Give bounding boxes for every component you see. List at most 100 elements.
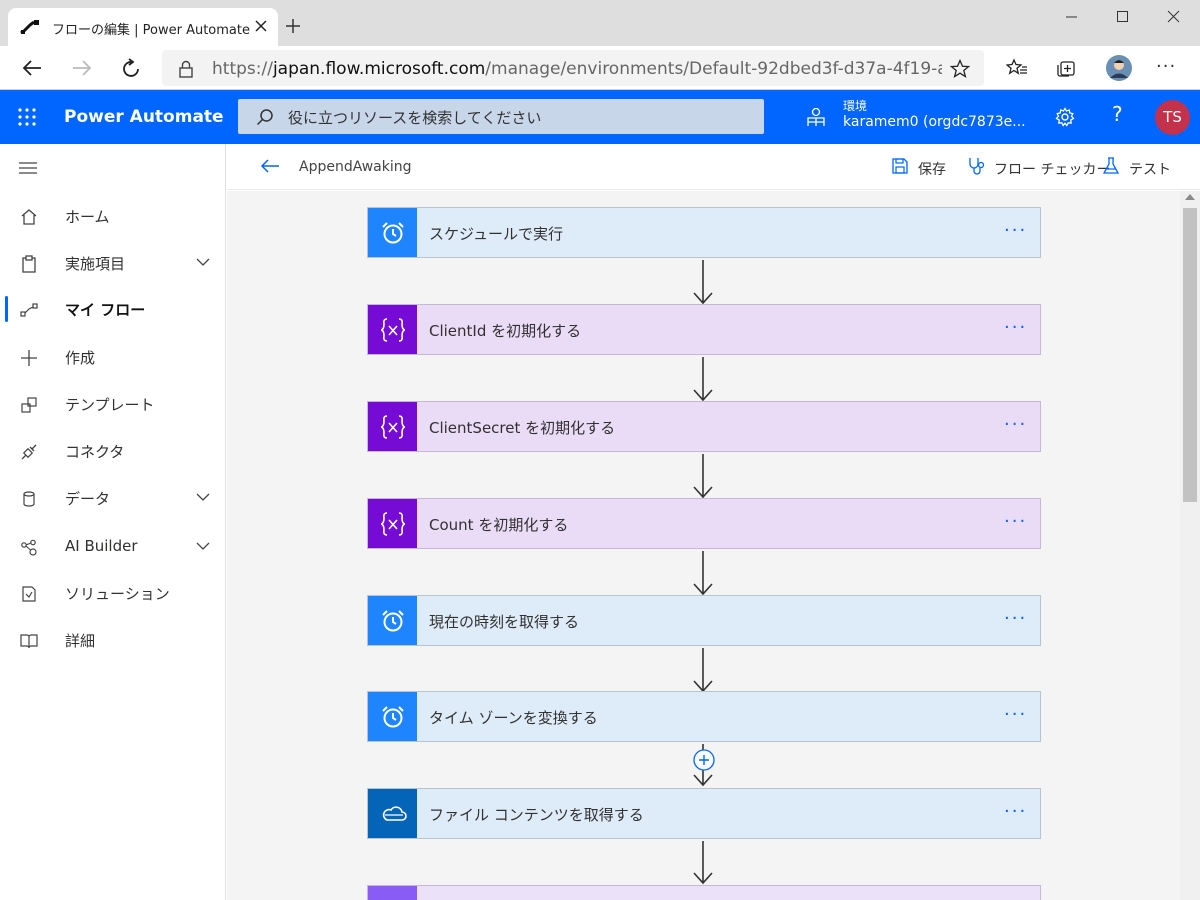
insert-step-plus-icon[interactable] <box>693 749 715 771</box>
down-arrow-connector-icon <box>691 454 715 500</box>
flow-step-card[interactable]: 現在の時刻を取得する ··· <box>367 595 1041 646</box>
stethoscope-icon <box>969 158 985 175</box>
nav-create[interactable]: 作成 <box>0 334 225 380</box>
down-arrow-connector-icon <box>691 260 715 306</box>
save-disk-icon <box>892 158 908 174</box>
step-more-options-icon[interactable]: ··· <box>1004 704 1027 725</box>
nav-label: テンプレート <box>65 396 155 414</box>
down-arrow-connector-icon <box>691 551 715 597</box>
test-label: テスト <box>1129 162 1171 178</box>
ai-builder-icon <box>20 539 38 557</box>
step-more-options-icon[interactable]: ··· <box>1004 608 1027 629</box>
step-more-options-icon[interactable]: ··· <box>1004 317 1027 338</box>
variable-icon <box>381 512 405 536</box>
scrollbar-thumb[interactable] <box>1183 208 1197 502</box>
alarm-clock-icon <box>382 222 404 244</box>
settings-gear-icon[interactable] <box>1055 107 1075 127</box>
step-icon-tile <box>368 208 417 257</box>
environment-label: 環境 <box>843 99 868 113</box>
flow-designer-canvas[interactable]: スケジュールで実行 ··· ClientId を初期化する ··· Client… <box>227 191 1180 900</box>
alarm-clock-icon <box>382 706 404 728</box>
flask-icon <box>1102 157 1120 174</box>
browser-toolbar: https://japan.flow.microsoft.com/manage/… <box>0 46 1200 90</box>
step-icon-tile <box>368 305 417 354</box>
new-tab-icon[interactable] <box>285 18 301 34</box>
hamburger-menu-icon[interactable] <box>18 162 38 174</box>
browser-reload-icon[interactable] <box>120 58 142 80</box>
tab-close-icon[interactable] <box>254 19 268 33</box>
flow-step-card[interactable]: ファイル コンテンツを取得する ··· <box>367 788 1041 839</box>
address-bar[interactable]: https://japan.flow.microsoft.com/manage/… <box>162 50 984 86</box>
scroll-up-arrow-icon[interactable] <box>1185 194 1195 200</box>
flow-step-card[interactable]: タイム ゾーンを変換する ··· <box>367 691 1041 742</box>
nav-label: AI Builder <box>65 537 138 555</box>
flow-step-card[interactable]: ClientId を初期化する ··· <box>367 304 1041 355</box>
flow-icon <box>20 301 38 319</box>
step-more-options-icon[interactable]: ··· <box>1004 511 1027 532</box>
step-more-options-icon[interactable]: ··· <box>1004 801 1027 822</box>
collections-icon[interactable] <box>1056 58 1076 78</box>
chevron-down-icon[interactable] <box>196 493 210 501</box>
nav-label: 実施項目 <box>65 255 126 273</box>
window-maximize-icon[interactable] <box>1100 8 1146 28</box>
chevron-down-icon[interactable] <box>196 542 210 550</box>
nav-home[interactable]: ホーム <box>0 193 225 239</box>
url-path: /manage/environments/Default-92dbed3f-d3… <box>485 59 942 79</box>
nav-label: 詳細 <box>65 632 96 650</box>
step-more-options-icon[interactable]: ··· <box>1004 220 1027 241</box>
plus-icon <box>20 349 38 367</box>
nav-learn[interactable]: 詳細 <box>0 617 225 663</box>
url-text: https://japan.flow.microsoft.com/manage/… <box>212 59 942 79</box>
browser-tab[interactable]: フローの編集 | Power Automate <box>8 8 278 46</box>
flow-step-card[interactable]: ClientSecret を初期化する ··· <box>367 401 1041 452</box>
variable-icon <box>381 318 405 342</box>
browser-tab-bar: フローの編集 | Power Automate <box>0 0 1200 46</box>
profile-avatar-icon[interactable] <box>1106 55 1132 81</box>
favorites-icon[interactable] <box>1006 58 1028 78</box>
flow-step-card-partial[interactable] <box>367 885 1041 900</box>
nav-ai-builder[interactable]: AI Builder <box>0 524 225 570</box>
user-avatar[interactable]: TS <box>1155 100 1190 135</box>
nav-action-items[interactable]: 実施項目 <box>0 240 225 286</box>
add-favorite-star-icon[interactable] <box>950 59 970 79</box>
lock-icon[interactable] <box>178 60 194 78</box>
step-more-options-icon[interactable]: ··· <box>1004 414 1027 435</box>
app-name[interactable]: Power Automate <box>64 107 224 127</box>
app-launcher-waffle-icon[interactable] <box>18 108 36 126</box>
flow-name: AppendAwaking <box>299 159 412 175</box>
environment-icon[interactable] <box>805 107 827 127</box>
down-arrow-connector-icon <box>691 841 715 886</box>
chevron-down-icon[interactable] <box>196 258 210 266</box>
nav-connectors[interactable]: コネクタ <box>0 428 225 474</box>
step-title: スケジュールで実行 <box>429 225 563 243</box>
step-title: ClientId を初期化する <box>429 322 582 340</box>
environment-picker[interactable]: karamem0 (orgdc7873e... <box>843 114 1026 130</box>
canvas-scrollbar[interactable] <box>1180 191 1200 900</box>
home-icon <box>20 208 38 226</box>
active-indicator <box>5 296 8 322</box>
step-icon-tile <box>368 499 417 548</box>
search-box[interactable]: 役に立つリソースを検索してください <box>238 99 764 134</box>
clipboard-icon <box>20 255 38 273</box>
window-close-icon[interactable] <box>1150 8 1196 28</box>
flow-step-card[interactable]: Count を初期化する ··· <box>367 498 1041 549</box>
search-icon <box>256 108 274 126</box>
step-icon-tile <box>368 402 417 451</box>
nav-solutions[interactable]: ソリューション <box>0 570 225 616</box>
step-title: ClientSecret を初期化する <box>429 419 616 437</box>
browser-back-icon[interactable] <box>21 58 43 78</box>
nav-data[interactable]: データ <box>0 475 225 521</box>
browser-forward-icon[interactable] <box>71 58 93 78</box>
nav-my-flows[interactable]: マイ フロー <box>0 286 225 332</box>
back-arrow-icon[interactable] <box>260 158 280 174</box>
nav-label: データ <box>65 490 111 508</box>
browser-more-icon[interactable]: ··· <box>1156 56 1176 77</box>
flow-checker-label: フロー チェッカー <box>994 162 1111 178</box>
flow-step-card[interactable]: スケジュールで実行 ··· <box>367 207 1041 258</box>
step-title: タイム ゾーンを変換する <box>429 709 598 727</box>
nav-label: ホーム <box>65 208 110 226</box>
nav-templates[interactable]: テンプレート <box>0 381 225 427</box>
nav-label: ソリューション <box>65 585 170 603</box>
help-question-icon[interactable]: ? <box>1112 102 1123 126</box>
window-minimize-icon[interactable] <box>1049 8 1095 28</box>
